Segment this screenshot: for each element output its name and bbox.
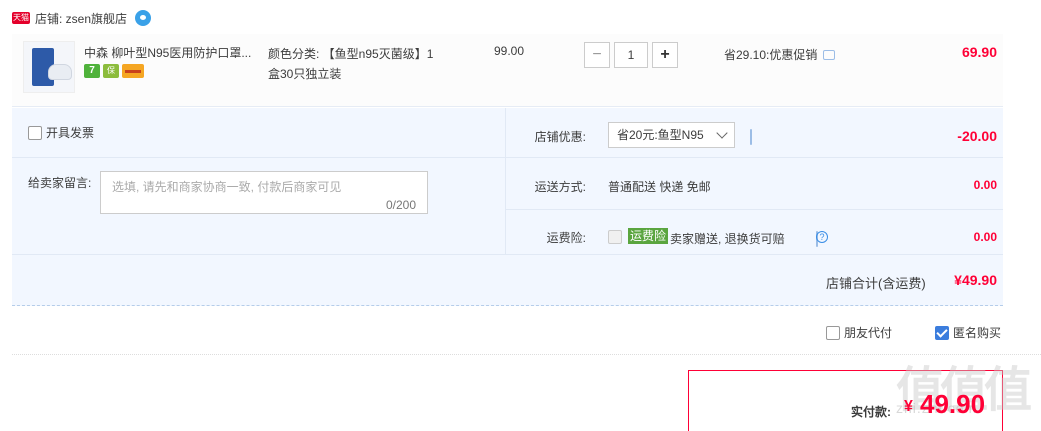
anonymous-purchase-option[interactable]: 匿名购买 [935,324,1001,341]
payment-label: 实付款: [851,405,891,419]
credit-card-icon[interactable] [122,64,144,78]
payment-currency: ¥ [904,398,913,415]
shipping-amount: 0.00 [973,178,997,192]
chevron-down-icon [716,127,728,139]
product-mask-image [48,64,72,80]
item-subtotal: 69.90 [961,44,997,60]
promotion-text: 省29.10:优惠促销 [724,48,818,62]
help-icon[interactable]: ? [816,231,828,243]
quantity-decrease-button[interactable]: − [584,42,610,68]
unit-price: 99.00 [494,44,525,58]
invoice-checkbox[interactable] [28,125,42,140]
coupon-selected-value: 省20元:鱼型N95 [617,128,704,142]
divider [12,157,506,158]
memo-label: 给卖家留言: [28,176,92,190]
insurance-description: 卖家赠送, 退换货可赔 [670,232,785,246]
friend-pay-checkbox[interactable] [826,325,840,340]
coupon-label: 店铺优惠: [534,130,586,144]
insurance-checkbox [608,230,622,244]
comment-icon[interactable] [823,49,836,60]
service-icons: 7 保 [84,64,144,78]
divider [506,157,1003,158]
friend-pay-label: 朋友代付 [844,326,893,340]
product-title-link[interactable]: 中森 柳叶型N95医用防护口罩... [84,44,259,61]
tmall-logo-icon: 天猫 [12,12,30,24]
anonymous-checkbox[interactable] [935,325,949,340]
divider [12,254,1003,255]
memo-char-count: 0/200 [386,198,417,212]
wangwang-chat-icon[interactable] [135,10,152,26]
friend-pay-option[interactable]: 朋友代付 [826,324,892,341]
quantity-stepper: − 1 + [584,42,678,68]
memo-placeholder: 选填, 请先和商家协商一致, 付款后商家可见 [112,180,342,194]
payment-amount: 49.90 [920,389,986,419]
product-thumbnail[interactable] [23,41,75,93]
quantity-increase-button[interactable]: + [652,42,678,68]
sku-line-1: 颜色分类: 【鱼型n95灭菌级】1 [268,47,434,61]
shop-total-value: ¥49.90 [954,272,997,288]
shop-header: 天猫 店铺: zsen旗舰店 [12,8,152,28]
guarantee-icon[interactable]: 保 [103,64,119,78]
insurance-badge: 运费险 [628,228,669,244]
sku-line-2: 盒30只独立装 [268,67,342,81]
shop-total-label: 店铺合计(含运费) [826,276,926,291]
coupon-comment-icon[interactable] [750,129,752,145]
quantity-input[interactable]: 1 [614,42,648,68]
shipping-label: 运送方式: [534,180,586,194]
shop-name-link[interactable]: 店铺: zsen旗舰店 [35,10,127,27]
seven-day-return-icon[interactable]: 7 [84,64,100,78]
divider [12,354,1041,355]
invoice-option[interactable]: 开具发票 [28,124,94,141]
anonymous-label: 匿名购买 [953,326,1002,340]
promotion-info: 省29.10:优惠促销 [724,46,836,63]
sku-info: 颜色分类: 【鱼型n95灭菌级】1 盒30只独立装 [268,44,448,84]
insurance-label: 运费险: [546,231,586,245]
divider [506,209,1003,210]
shipping-method: 普通配送 快递 免邮 [608,180,711,194]
shop-coupon-select[interactable]: 省20元:鱼型N95 [608,122,735,148]
insurance-amount: 0.00 [973,230,997,244]
coupon-amount: -20.00 [957,128,997,144]
invoice-label: 开具发票 [46,126,95,140]
